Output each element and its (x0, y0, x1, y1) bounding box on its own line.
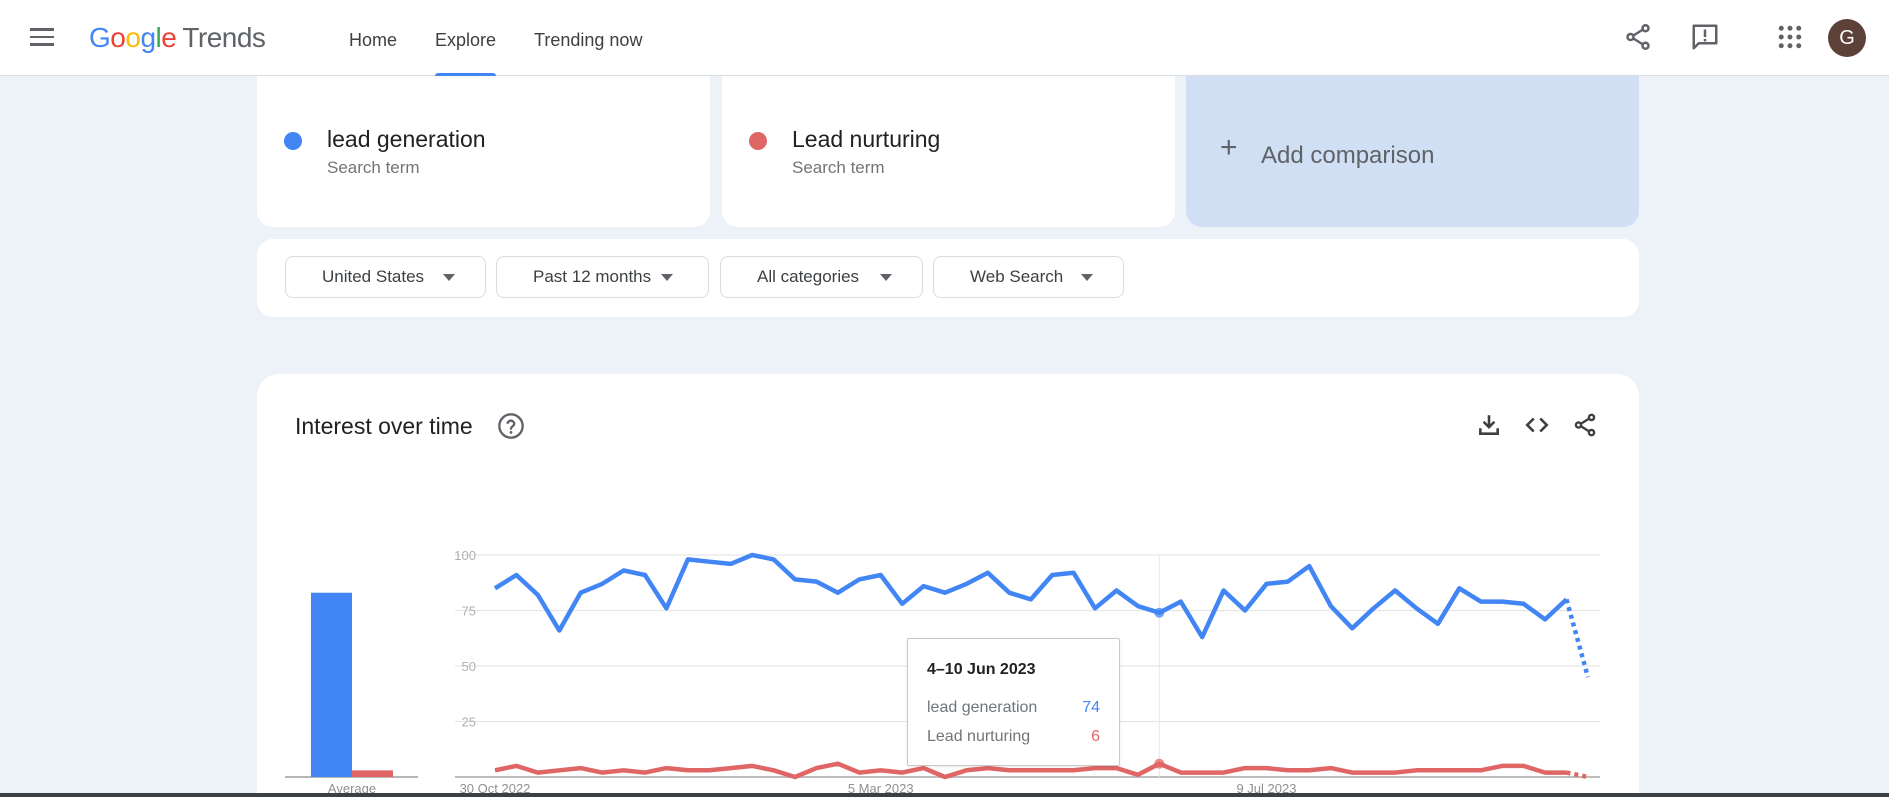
average-bars: Average (285, 592, 418, 796)
average-bar-lead-generation (311, 592, 352, 777)
hover-point (1154, 607, 1165, 618)
bottom-edge-bar (0, 793, 1889, 797)
hover-point (1154, 758, 1165, 769)
series-line-lead-generation (493, 552, 1569, 640)
y-tick-label: 50 (462, 659, 476, 674)
chart-tooltip: 4–10 Jun 2023 lead generation 74 Lead nu… (907, 638, 1120, 766)
tooltip-series-label: lead generation (927, 699, 1038, 716)
tooltip-date: 4–10 Jun 2023 (927, 661, 1036, 678)
tooltip-series-value: 6 (1091, 728, 1100, 745)
y-tick-label: 75 (462, 604, 476, 619)
average-bar-lead-nurturing (352, 770, 393, 777)
y-tick-label: 25 (462, 715, 476, 730)
tooltip-series-label: Lead nurturing (927, 728, 1031, 745)
tooltip-series-value: 74 (1082, 699, 1100, 716)
y-tick-label: 100 (454, 548, 476, 563)
